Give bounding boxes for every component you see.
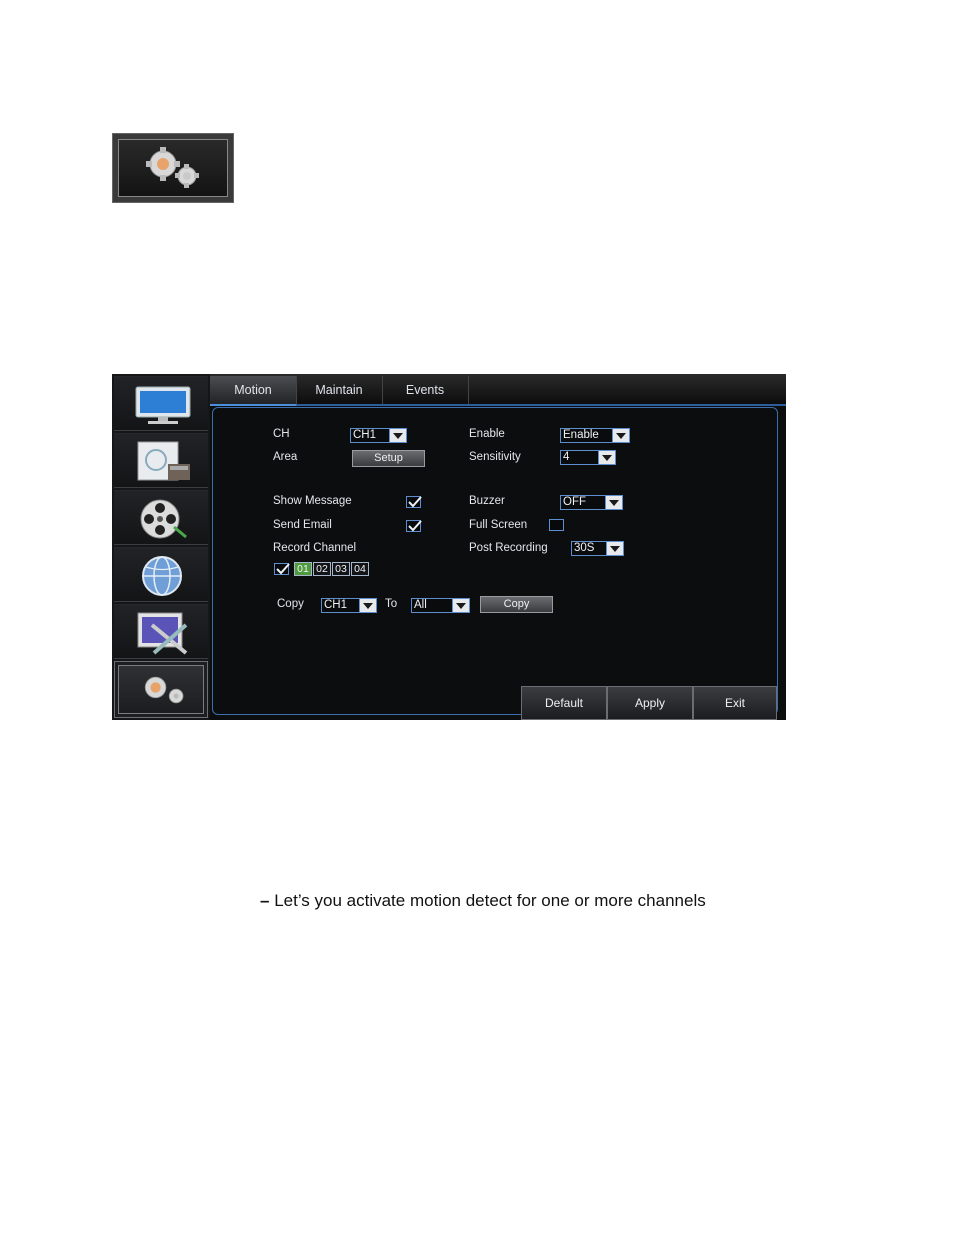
default-button[interactable]: Default (521, 686, 607, 720)
checkmark-icon (408, 496, 422, 508)
monitor-icon (135, 386, 191, 424)
system-tools-icon (137, 612, 188, 655)
setup-button[interactable]: Setup (352, 450, 425, 467)
chevron-down-icon (598, 451, 615, 464)
enable-select[interactable]: Enable (560, 428, 630, 443)
chevron-down-icon (605, 496, 622, 509)
globe-icon (142, 556, 182, 596)
sidebar-item-display[interactable] (114, 376, 208, 431)
record-all-channels-checkbox[interactable] (274, 563, 290, 575)
full-screen-checkbox[interactable] (549, 519, 564, 531)
tab-maintain[interactable]: Maintain (296, 376, 383, 404)
chevron-down-icon (612, 429, 629, 442)
chevron-down-icon (606, 542, 623, 555)
tab-motion[interactable]: Motion (210, 376, 297, 406)
ch-select[interactable]: CH1 (350, 428, 407, 443)
sidebar-item-system[interactable] (114, 604, 208, 659)
copy-from-select[interactable]: CH1 (321, 598, 377, 613)
channel-02-toggle[interactable]: 02 (313, 562, 331, 576)
send-email-label: Send Email (273, 519, 332, 531)
post-recording-select[interactable]: 30S (571, 541, 624, 556)
buzzer-label: Buzzer (469, 495, 505, 507)
copy-button[interactable]: Copy (480, 596, 553, 613)
tab-events[interactable]: Events (382, 376, 469, 404)
send-email-checkbox[interactable] (406, 520, 422, 532)
sidebar-item-search[interactable] (114, 490, 208, 545)
chevron-down-icon (389, 429, 406, 442)
enable-label: Enable (469, 428, 505, 440)
sensitivity-label: Sensitivity (469, 451, 521, 463)
sidebar-item-advanced[interactable] (114, 661, 208, 718)
copy-to-select[interactable]: All (411, 598, 470, 613)
copy-label: Copy (277, 598, 304, 610)
to-label: To (385, 598, 398, 610)
sidebar-item-record[interactable] (114, 433, 208, 488)
checkmark-icon (276, 563, 290, 575)
motion-description: – Let’s you activate motion detect for o… (260, 891, 706, 911)
show-message-checkbox[interactable] (406, 496, 422, 508)
gears-icon (146, 147, 199, 188)
record-channel-label: Record Channel (273, 542, 357, 554)
main-menu-sidebar (112, 374, 210, 720)
buzzer-select[interactable]: OFF (560, 495, 623, 510)
area-label: Area (273, 451, 298, 463)
gears-icon (144, 676, 184, 704)
tab-bar: Motion Maintain Events (210, 374, 786, 406)
chevron-down-icon (359, 599, 376, 612)
full-screen-label: Full Screen (469, 519, 528, 531)
caption-text: Let’s you activate motion detect for one… (269, 891, 706, 910)
checkmark-icon (408, 520, 422, 532)
record-settings-icon (137, 441, 190, 481)
apply-button[interactable]: Apply (607, 686, 693, 720)
dvr-menu-screen: Motion Maintain Events CH CH1 Enable Ena… (112, 374, 786, 720)
show-message-label: Show Message (273, 495, 352, 507)
chevron-down-icon (452, 599, 469, 612)
film-reel-icon (140, 499, 187, 539)
exit-button[interactable]: Exit (693, 686, 777, 720)
channel-04-toggle[interactable]: 04 (351, 562, 369, 576)
ch-label: CH (273, 428, 290, 440)
channel-03-toggle[interactable]: 03 (332, 562, 350, 576)
sensitivity-select[interactable]: 4 (560, 450, 616, 465)
sidebar-item-network[interactable] (114, 547, 208, 602)
channel-01-toggle[interactable]: 01 (294, 562, 312, 576)
advanced-menu-icon (112, 133, 234, 203)
post-recording-label: Post Recording (469, 542, 548, 554)
